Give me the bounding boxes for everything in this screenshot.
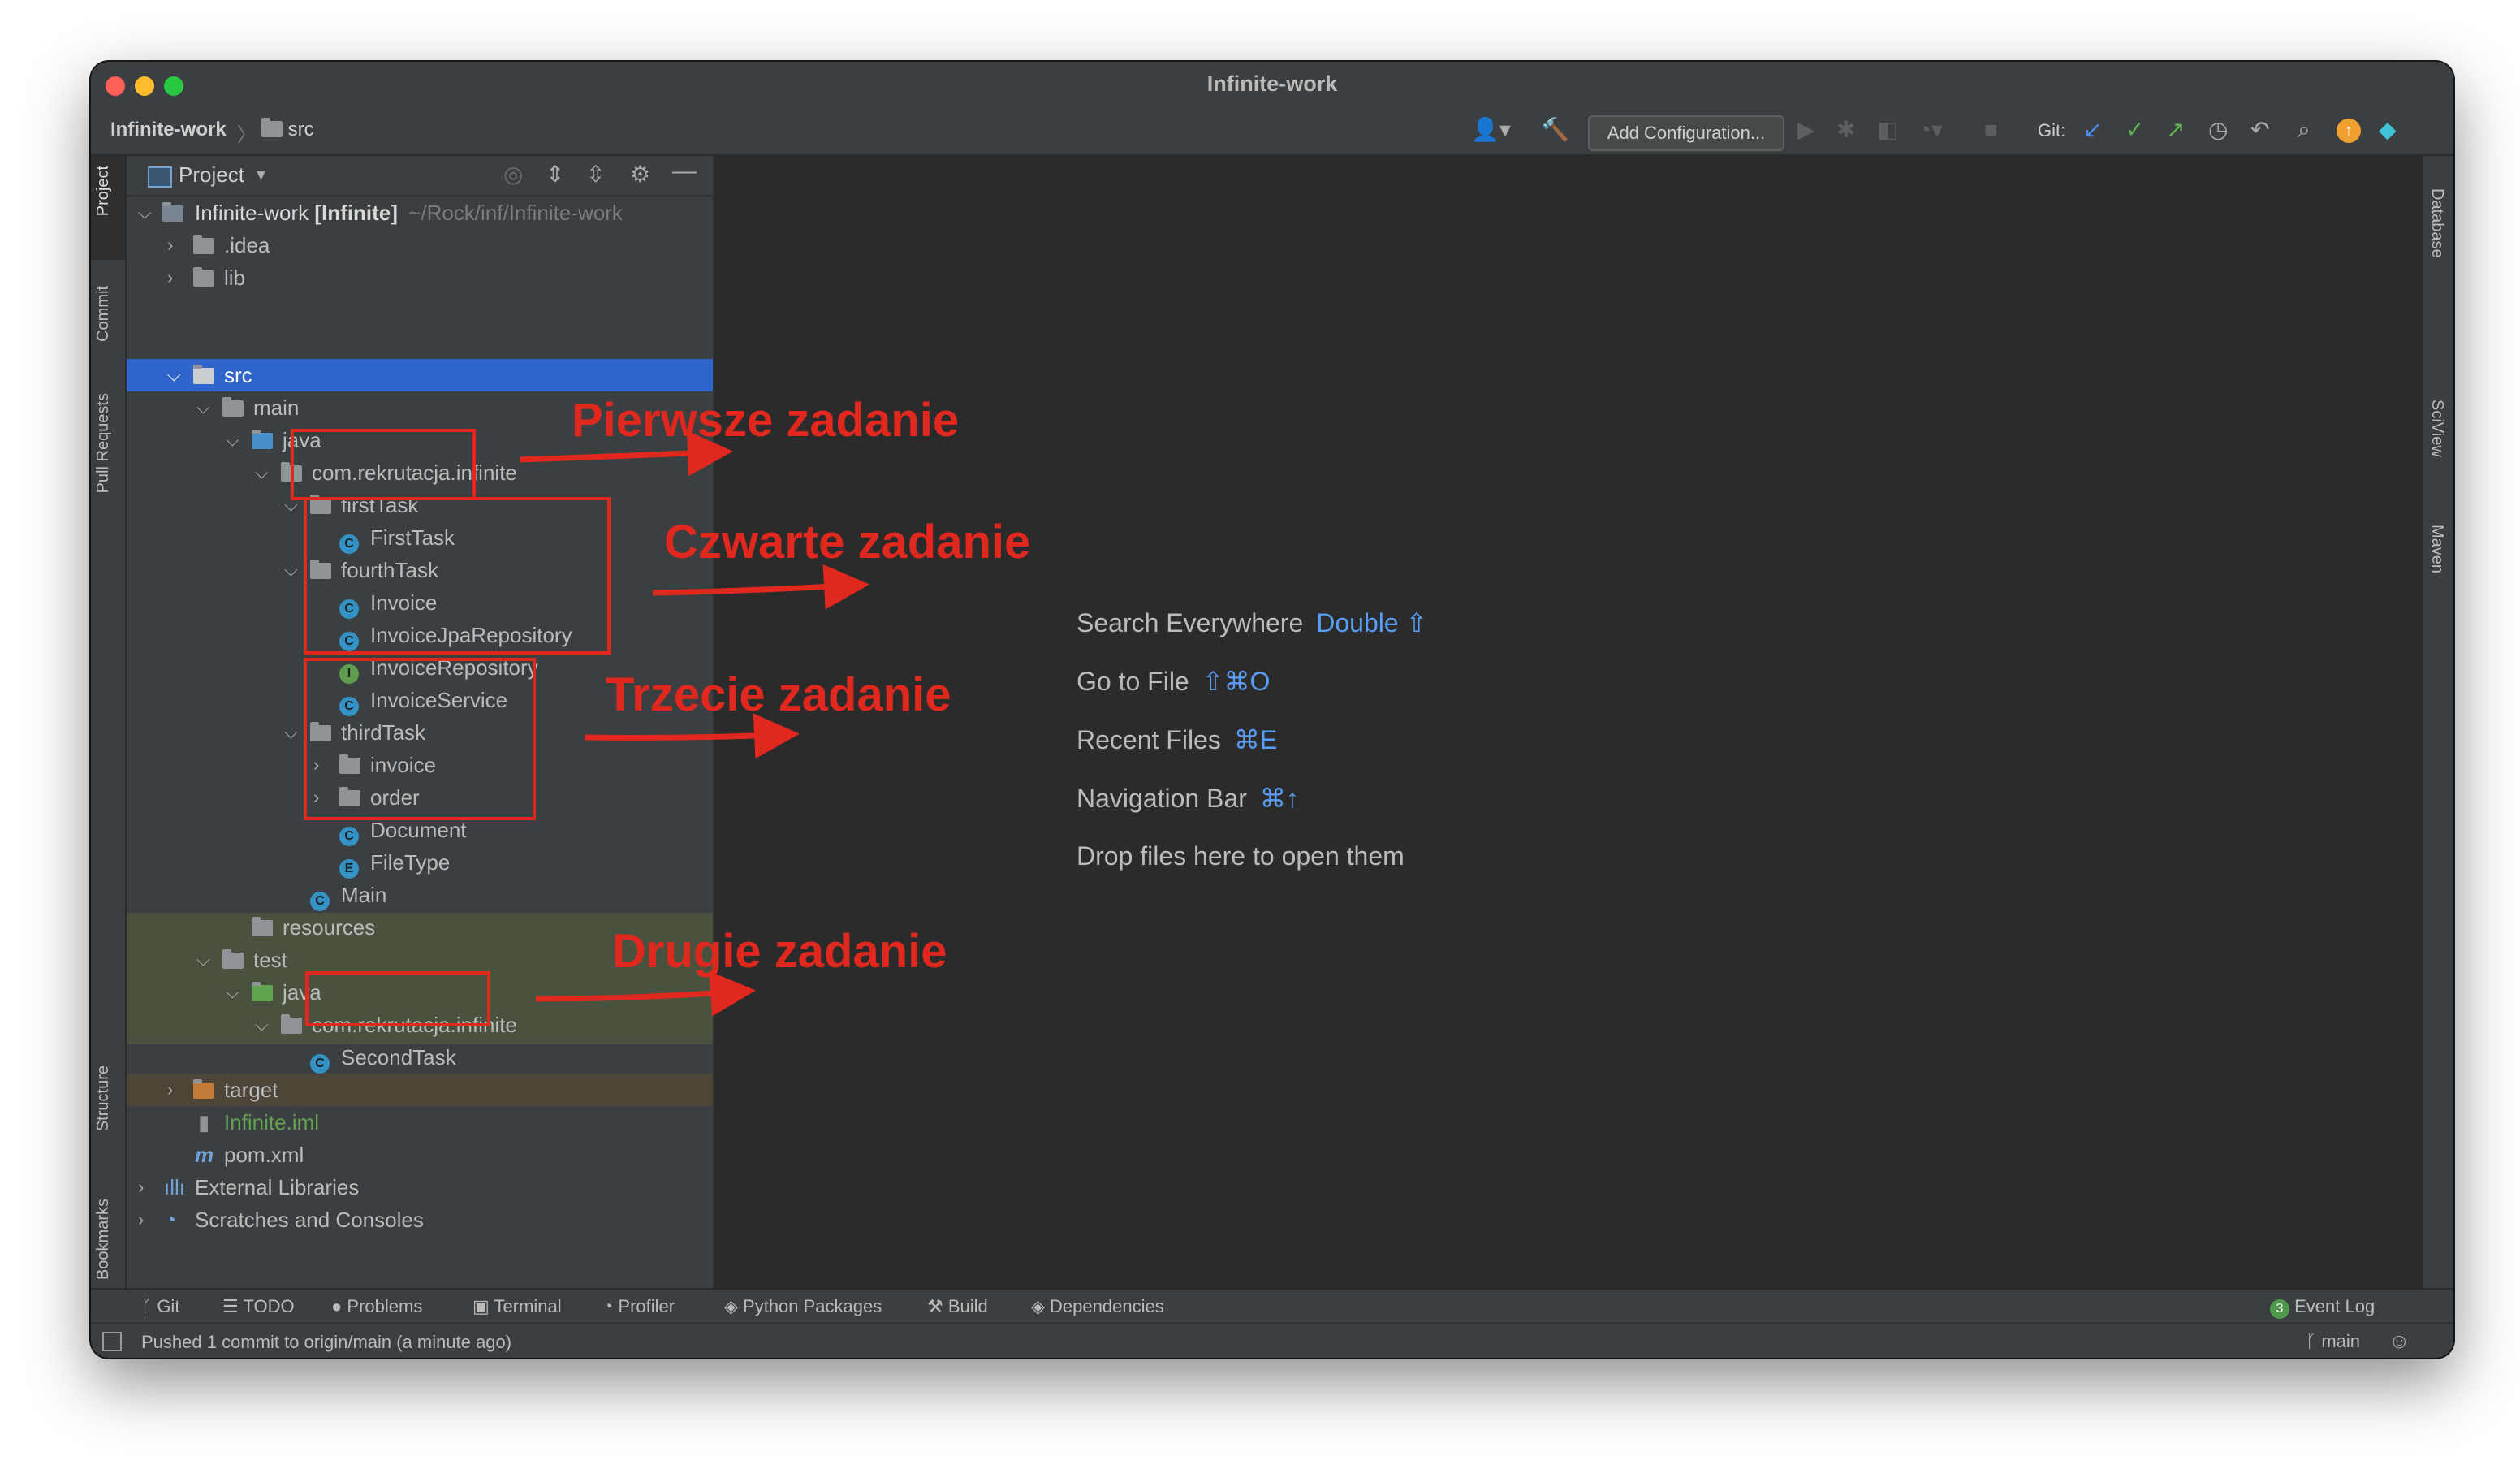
- arrow-first-task: [519, 430, 733, 477]
- arrow-fourth-task: [652, 564, 869, 610]
- annotation-fourth-task: Czwarte zadanie: [664, 516, 1031, 568]
- arrow-third-task: [584, 713, 800, 759]
- annotation-first-task: Pierwsze zadanie: [572, 394, 960, 447]
- annotation-second-task: Drugie zadanie: [612, 925, 947, 978]
- annotation-third-task: Trzecie zadanie: [606, 668, 951, 721]
- arrow-second-task: [535, 970, 756, 1017]
- annotation-arrows: [519, 430, 869, 1017]
